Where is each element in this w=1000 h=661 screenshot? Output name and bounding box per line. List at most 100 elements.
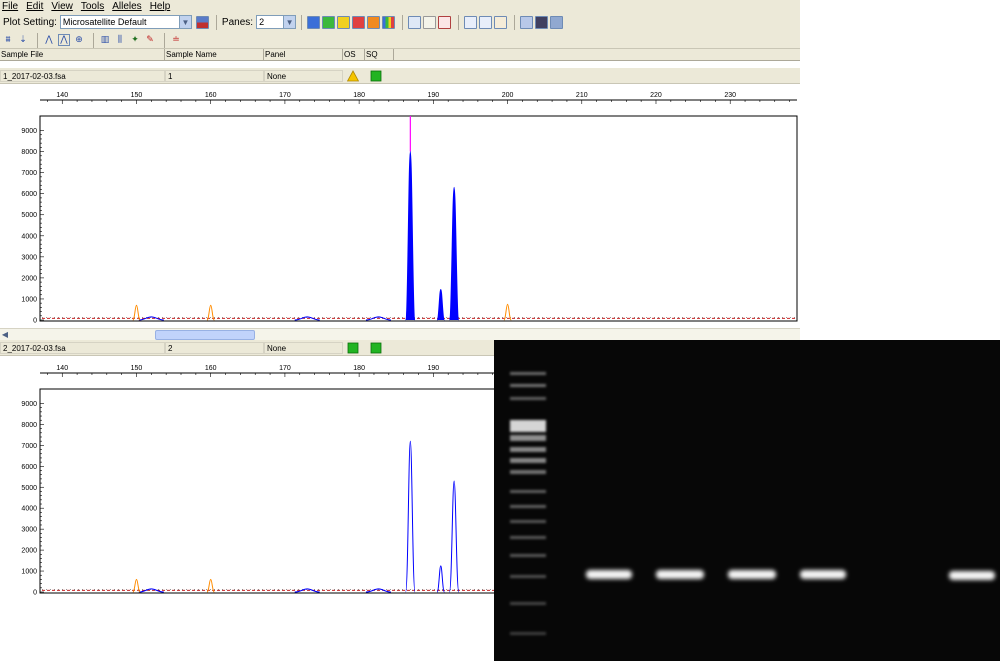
show-lines-icon[interactable]: ⫼: [114, 34, 126, 46]
x-tick-label: 160: [205, 365, 217, 372]
show-labels-icon[interactable]: ✎: [144, 34, 156, 46]
sample-peak: [405, 151, 416, 321]
sample-peak: [405, 440, 416, 593]
panes-select[interactable]: 2 ▼: [256, 15, 297, 29]
y-tick-label: 6000: [21, 191, 37, 198]
panel-cell: None: [264, 342, 343, 354]
x-tick-label: 150: [131, 92, 143, 99]
zoom-in-x-icon[interactable]: ⩩: [2, 34, 14, 46]
bins-edit-icon[interactable]: [479, 15, 493, 29]
y-tick-label: 9000: [21, 128, 37, 135]
y-tick-label: 0: [33, 318, 37, 325]
panes-value: 2: [259, 17, 265, 27]
toolbar-divider: [37, 32, 38, 48]
zoom-out-x-icon[interactable]: ⇣: [17, 34, 29, 46]
x-tick-label: 180: [353, 92, 365, 99]
size-standard-peak: [206, 304, 215, 321]
show-marker-icon[interactable]: ✦: [129, 34, 141, 46]
y-tick-label: 5000: [21, 485, 37, 492]
x-tick-label: 200: [502, 92, 514, 99]
os-warning-icon: [347, 70, 359, 82]
plot-setting-value: Microsatellite Default: [62, 17, 147, 27]
bins-icon[interactable]: [464, 15, 478, 29]
x-tick-label: 170: [279, 365, 291, 372]
sample-row[interactable]: 1_2017-02-03.fsa 1 None: [0, 68, 800, 84]
zoom-fit-icon[interactable]: ⋀: [58, 34, 70, 46]
gel-band-3: [728, 570, 776, 579]
size-standard-peak: [503, 303, 512, 321]
column-sample-name[interactable]: Sample Name: [165, 49, 264, 61]
y-tick-label: 4000: [21, 233, 37, 240]
y-tick-label: 4000: [21, 506, 37, 513]
chevron-down-icon[interactable]: ▼: [178, 16, 191, 28]
zoom-toolbar: ⩩ ⇣ ⋀ ⋀ ⊕ ▥ ⫼ ✦ ✎ ≐: [0, 32, 800, 49]
x-tick-label: 140: [56, 92, 68, 99]
x-tick-label: 170: [279, 92, 291, 99]
column-sq[interactable]: SQ: [365, 49, 394, 61]
layout-grid-icon[interactable]: [520, 15, 534, 29]
x-tick-label: 220: [650, 92, 662, 99]
x-tick-label: 140: [56, 365, 68, 372]
menu-edit[interactable]: Edit: [26, 1, 43, 12]
plot-toolbar: Plot Setting: Microsatellite Default ▼ P…: [0, 12, 800, 32]
x-tick-label: 210: [576, 92, 588, 99]
y-tick-label: 3000: [21, 254, 37, 261]
y-tick-label: 3000: [21, 527, 37, 534]
menu-help[interactable]: Help: [150, 1, 171, 12]
column-os[interactable]: OS: [343, 49, 365, 61]
horizontal-scrollbar[interactable]: ◀: [0, 328, 800, 340]
x-tick-label: 190: [427, 365, 439, 372]
menu-alleles[interactable]: Alleles: [112, 1, 141, 12]
plot-frame: [39, 115, 798, 322]
plot-setting-label: Plot Setting:: [3, 16, 57, 28]
bins-color-icon[interactable]: [494, 15, 508, 29]
layout-chart-icon[interactable]: [535, 15, 549, 29]
dye-orange-icon[interactable]: [367, 15, 381, 29]
gel-electrophoresis-image: [494, 340, 1000, 661]
scrollbar-thumb[interactable]: [155, 330, 255, 340]
menu-tools[interactable]: Tools: [81, 1, 104, 12]
y-tick-label: 0: [33, 590, 37, 597]
electropherogram-1: 140 150 160 170 180 190 200 210 220 230 9000 8000 70…: [0, 84, 800, 328]
zoom-full-icon[interactable]: ⊕: [73, 34, 85, 46]
column-sample-file[interactable]: Sample File: [0, 49, 165, 61]
gel-band-4: [800, 570, 846, 579]
y-tick-label: 2000: [21, 275, 37, 282]
y-tick-label: 7000: [21, 443, 37, 450]
plot-settings-editor-icon[interactable]: [195, 15, 209, 29]
show-sizing-icon[interactable]: ≐: [170, 34, 182, 46]
gel-image-svg: [494, 340, 1000, 661]
show-bars-icon[interactable]: ▥: [99, 34, 111, 46]
plot-setting-select[interactable]: Microsatellite Default ▼: [59, 15, 192, 29]
gel-band-2: [656, 570, 704, 579]
layout-split-icon[interactable]: [550, 15, 564, 29]
sq-pass-icon: [370, 70, 382, 82]
toolbar-divider: [402, 14, 404, 30]
toolbar-divider: [93, 32, 94, 48]
dye-blue-icon[interactable]: [307, 15, 321, 29]
dye-yellow-icon[interactable]: [337, 15, 351, 29]
show-peaks-icon[interactable]: [423, 15, 437, 29]
sample-name-cell: 2: [165, 342, 264, 354]
dye-all-icon[interactable]: [382, 15, 396, 29]
y-tick-label: 5000: [21, 212, 37, 219]
sample-file-cell: 1_2017-02-03.fsa: [0, 70, 165, 82]
zoom-peak-icon[interactable]: ⋀: [43, 34, 55, 46]
gel-band-1: [586, 570, 632, 579]
x-tick-label: 160: [205, 92, 217, 99]
menu-view[interactable]: View: [51, 1, 73, 12]
panes-label: Panes:: [221, 16, 254, 28]
dye-red-icon[interactable]: [352, 15, 366, 29]
dye-green-icon[interactable]: [322, 15, 336, 29]
x-tick-label: 180: [353, 365, 365, 372]
show-overlay-icon[interactable]: [438, 15, 452, 29]
menu-file[interactable]: File: [2, 1, 18, 12]
show-table-icon[interactable]: [408, 15, 422, 29]
y-tick-label: 9000: [21, 401, 37, 408]
column-panel[interactable]: Panel: [264, 49, 343, 61]
toolbar-divider: [514, 14, 516, 30]
scroll-left-icon[interactable]: ◀: [0, 329, 10, 340]
sample-peak: [448, 186, 460, 321]
y-tick-label: 8000: [21, 422, 37, 429]
chevron-down-icon[interactable]: ▼: [283, 16, 296, 28]
